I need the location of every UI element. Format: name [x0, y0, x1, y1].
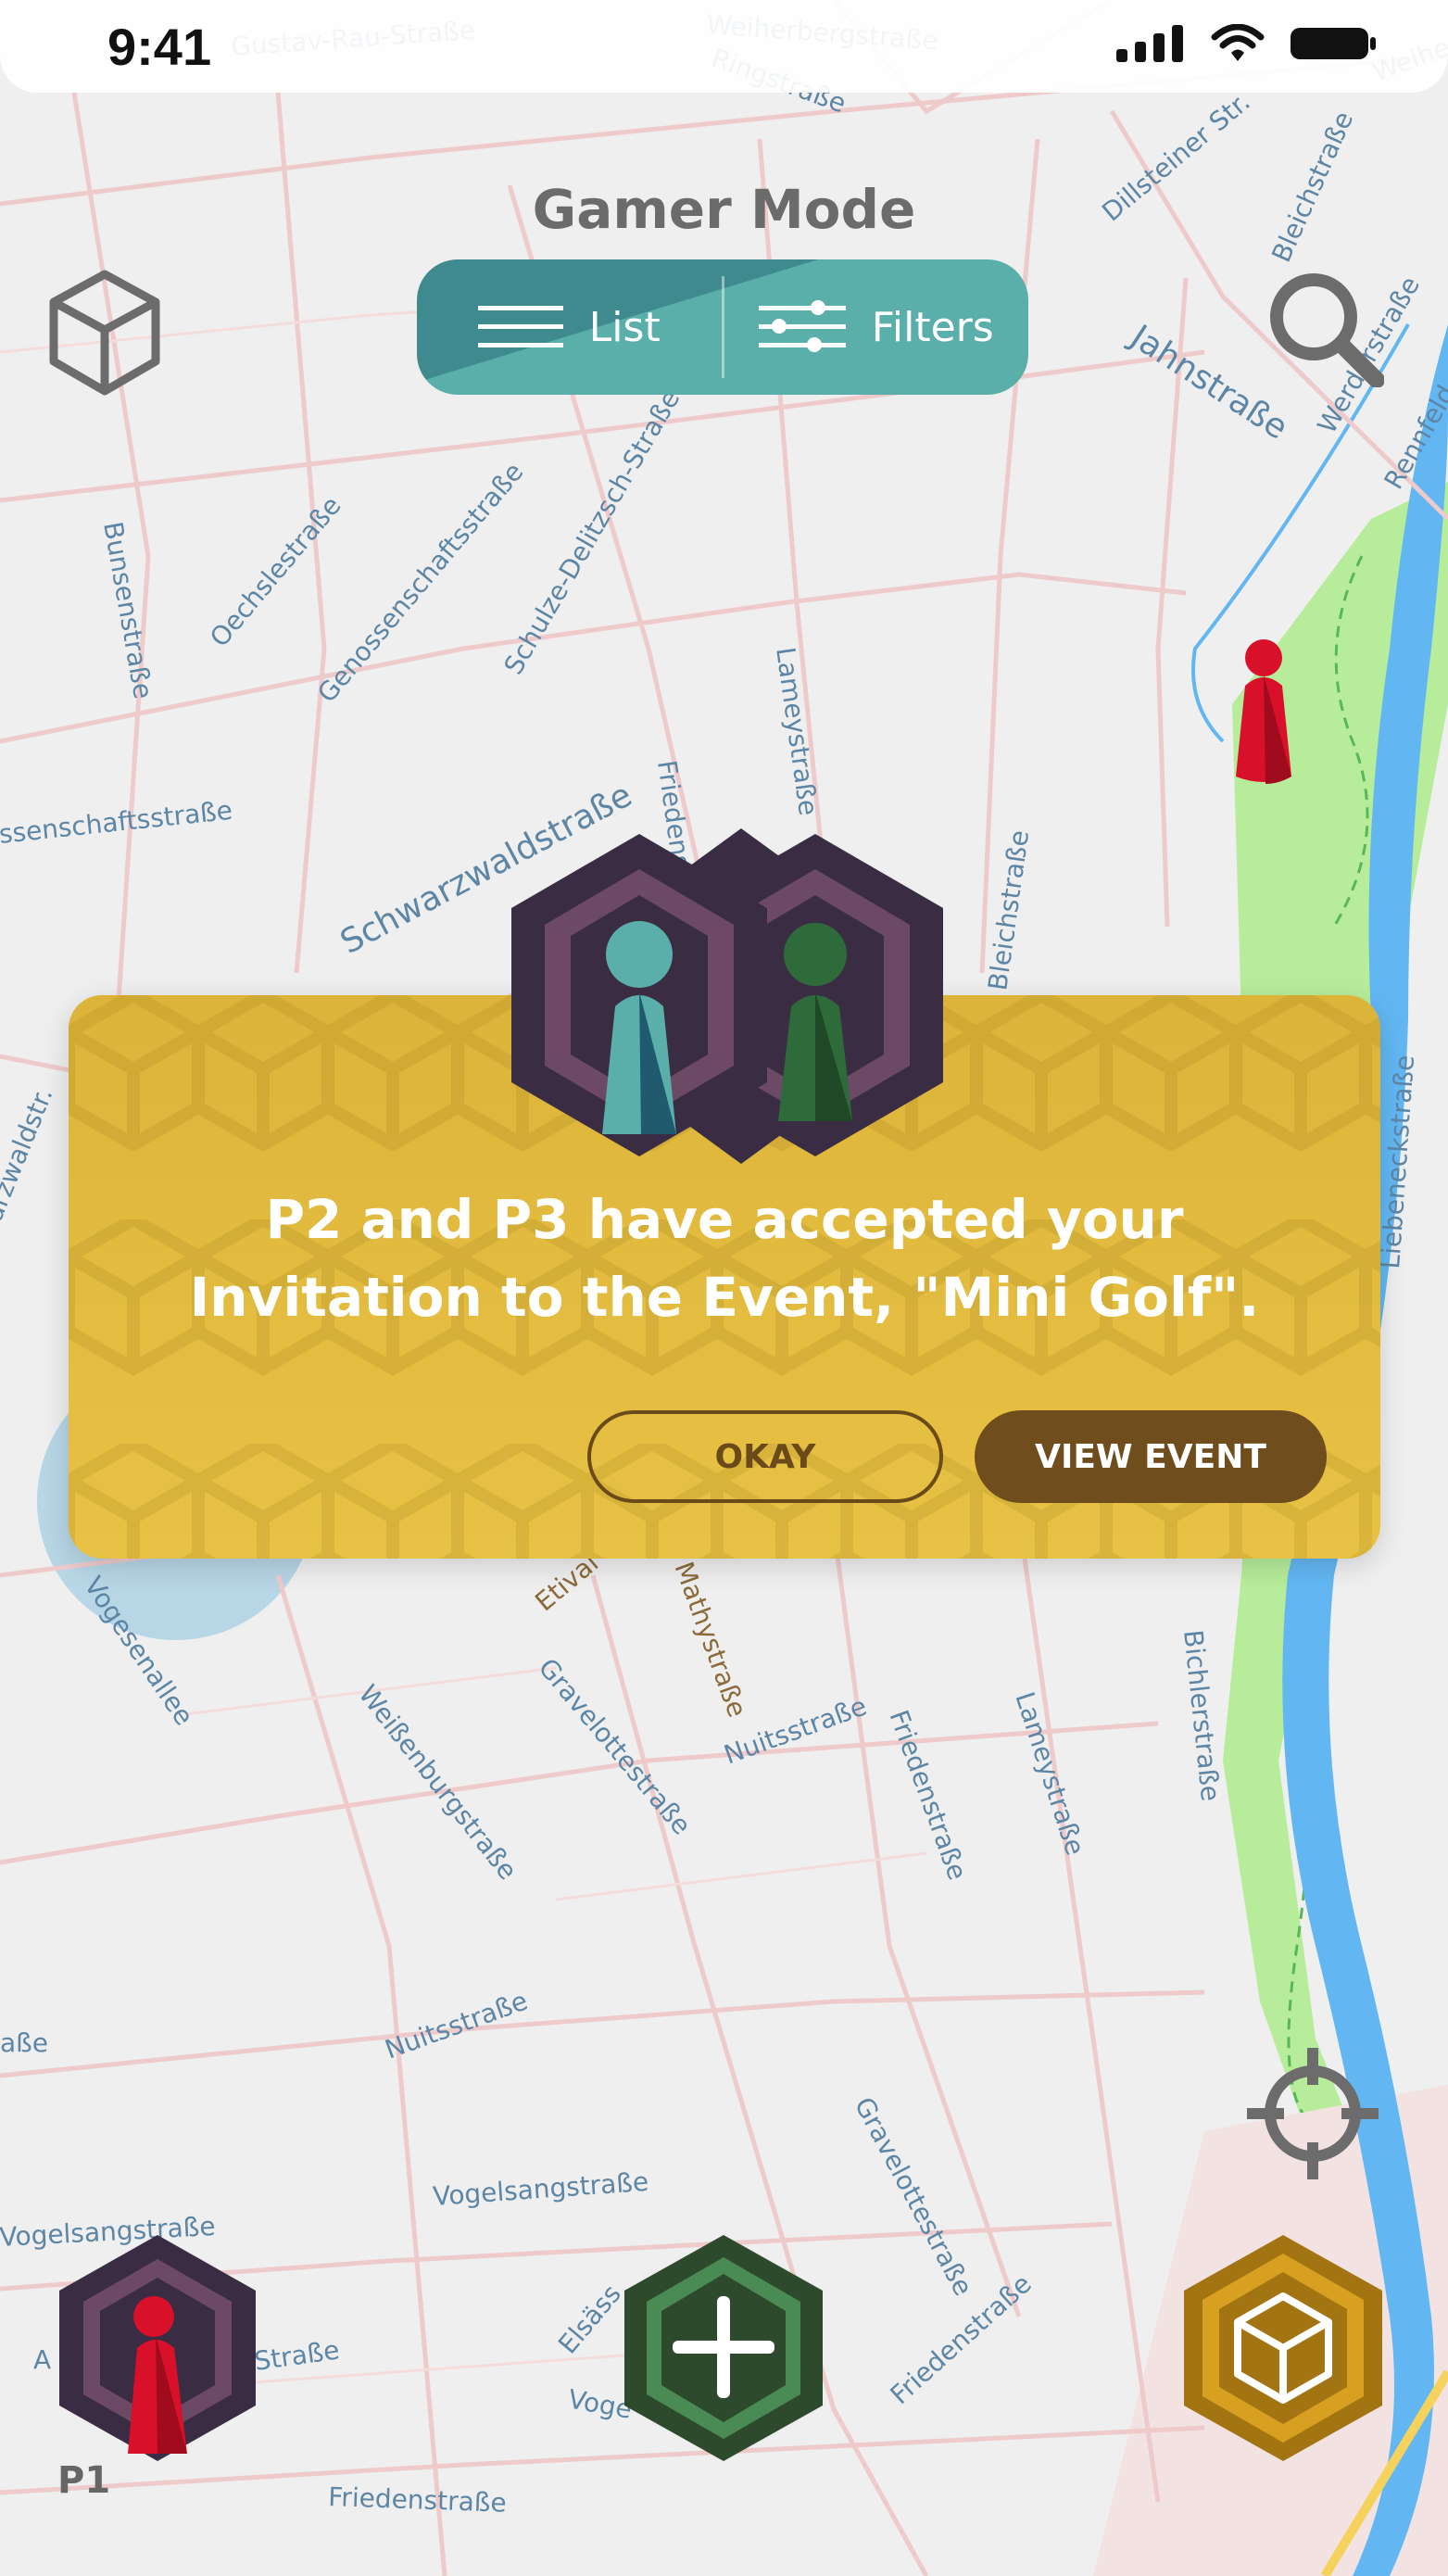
add-event-button[interactable]: [621, 2231, 826, 2467]
okay-button[interactable]: OKAY: [587, 1410, 943, 1503]
signal-icon: [1116, 25, 1183, 62]
dialog-message: P2 and P3 have accepted your Invitation …: [69, 1181, 1380, 1336]
dialog-message-line2: Invitation to the Event, "Mini Golf".: [189, 1266, 1260, 1329]
inventory-cube-button[interactable]: [1180, 2231, 1386, 2467]
crosshair-icon: [1247, 2048, 1379, 2179]
view-segmented-control: List Filters: [417, 259, 1028, 395]
list-label: List: [588, 303, 661, 351]
list-icon: [477, 306, 563, 347]
sliders-icon: [758, 300, 846, 352]
status-bar: 9:41: [0, 0, 1448, 93]
cube-icon: [1184, 2235, 1382, 2461]
search-button[interactable]: [1265, 269, 1385, 391]
view-event-button[interactable]: VIEW EVENT: [975, 1410, 1327, 1503]
wifi-icon: [1211, 24, 1265, 61]
cube-icon: [49, 270, 160, 396]
cube-button[interactable]: [46, 269, 163, 400]
search-icon: [1270, 273, 1385, 388]
accepted-players-avatars: [511, 828, 943, 1164]
dialog-message-line1: P2 and P3 have accepted your: [265, 1188, 1184, 1251]
avatar-p1: [59, 2235, 256, 2461]
list-button[interactable]: List: [417, 259, 722, 395]
plus-icon: [624, 2235, 823, 2461]
svg-text:aße: aße: [0, 2027, 48, 2058]
status-icons: [1116, 24, 1378, 63]
filters-button[interactable]: Filters: [724, 259, 1029, 395]
player-profile-button[interactable]: [56, 2231, 259, 2467]
svg-text:A: A: [33, 2344, 51, 2375]
player-label: P1: [57, 2459, 111, 2502]
status-time: 9:41: [107, 18, 212, 76]
page-title: Gamer Mode: [532, 178, 916, 241]
filters-label: Filters: [871, 303, 994, 351]
svg-text:Friedenstraße: Friedenstraße: [328, 2481, 507, 2519]
locate-button[interactable]: [1247, 2048, 1379, 2183]
battery-icon: [1291, 28, 1376, 59]
